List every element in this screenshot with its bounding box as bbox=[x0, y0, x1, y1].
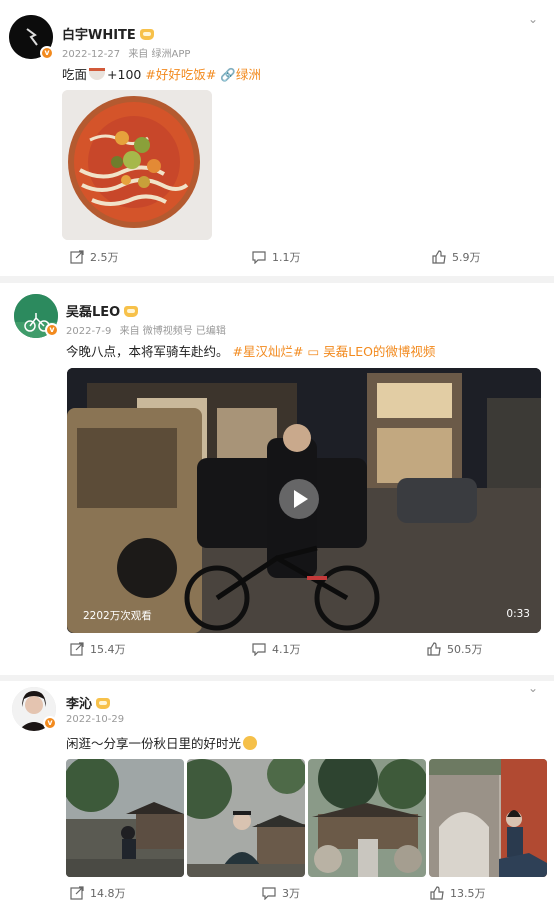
video-link[interactable]: ▭ 吴磊LEO的微博视频 bbox=[307, 344, 435, 359]
thumbs-up-icon bbox=[432, 250, 446, 264]
comment-button[interactable]: 4.1万 bbox=[252, 641, 301, 659]
repost-button[interactable]: 2.5万 bbox=[70, 249, 119, 267]
post-date: 2022-12-27 bbox=[62, 49, 121, 60]
author-name[interactable]: 吴磊LEO bbox=[66, 301, 139, 320]
share-icon bbox=[70, 642, 84, 656]
comment-icon bbox=[262, 887, 276, 901]
like-button[interactable]: 5.9万 bbox=[432, 249, 481, 267]
comment-button[interactable]: 3万 bbox=[262, 885, 300, 903]
action-bar: 2.5万 1.1万 5.9万 bbox=[0, 249, 554, 269]
author-name[interactable]: 白宇WHITE bbox=[62, 24, 154, 43]
thumbs-up-icon bbox=[430, 886, 444, 900]
play-button[interactable] bbox=[279, 479, 319, 519]
comment-icon bbox=[252, 643, 266, 657]
feed-post: v 白宇WHITE 2022-12-27 来自 绿洲APP ⌄ 吃面 +100 #… bbox=[0, 0, 554, 276]
smile-emoji-icon bbox=[243, 736, 258, 750]
author-name[interactable]: 李沁 bbox=[66, 693, 111, 712]
chevron-down-icon[interactable]: ⌄ bbox=[526, 681, 540, 695]
member-crown-icon bbox=[96, 698, 111, 709]
post-image[interactable] bbox=[66, 759, 184, 877]
photo-thumbnail bbox=[187, 759, 305, 877]
post-source: 来自 微博视频号 已编辑 bbox=[119, 326, 226, 337]
post-text: 吃面 +100 #好好吃饭# 🔗绿洲 bbox=[62, 67, 261, 82]
post-image[interactable] bbox=[187, 759, 305, 877]
post-image[interactable] bbox=[429, 759, 547, 877]
post-date: 2022-7-9 bbox=[66, 326, 112, 337]
noodle-emoji-icon bbox=[89, 68, 106, 80]
chevron-down-icon[interactable]: ⌄ bbox=[526, 12, 540, 26]
app-link[interactable]: 🔗绿洲 bbox=[220, 67, 261, 82]
verified-badge-icon: v bbox=[45, 323, 59, 337]
hashtag-link[interactable]: #星汉灿烂# bbox=[233, 344, 304, 359]
comment-icon bbox=[252, 251, 266, 265]
repost-button[interactable]: 15.4万 bbox=[70, 641, 126, 659]
noodle-bowl-image bbox=[62, 90, 212, 240]
post-source: 来自 绿洲APP bbox=[128, 49, 191, 60]
photo-thumbnail bbox=[308, 759, 426, 877]
post-meta: 2022-12-27 来自 绿洲APP bbox=[62, 45, 195, 60]
feed-post: ⌄ v 李沁 2022-10-29 闲逛～分享一份秋日里的好时光 14.8万 3… bbox=[0, 681, 554, 913]
view-count: 2202万次观看 bbox=[83, 610, 152, 622]
action-bar: 14.8万 3万 13.5万 bbox=[0, 885, 554, 905]
share-icon bbox=[70, 250, 84, 264]
action-bar: 15.4万 4.1万 50.5万 bbox=[0, 641, 554, 661]
share-icon bbox=[70, 886, 84, 900]
repost-button[interactable]: 14.8万 bbox=[70, 885, 126, 903]
hashtag-link[interactable]: #好好吃饭# bbox=[145, 67, 216, 82]
video-duration: 0:33 bbox=[506, 608, 530, 620]
feed-post: v 吴磊LEO 2022-7-9 来自 微博视频号 已编辑 今晚八点，本将军骑车… bbox=[0, 283, 554, 675]
post-image[interactable] bbox=[308, 759, 426, 877]
verified-badge-icon: v bbox=[43, 716, 57, 730]
post-image[interactable] bbox=[62, 90, 212, 240]
like-button[interactable]: 50.5万 bbox=[427, 641, 483, 659]
thumbs-up-icon bbox=[427, 642, 441, 656]
member-crown-icon bbox=[124, 306, 139, 317]
member-crown-icon bbox=[139, 29, 154, 40]
post-text: 闲逛～分享一份秋日里的好时光 bbox=[66, 733, 259, 752]
photo-thumbnail bbox=[429, 759, 547, 877]
comment-button[interactable]: 1.1万 bbox=[252, 249, 301, 267]
post-text: 今晚八点，本将军骑车赴约。 #星汉灿烂# ▭ 吴磊LEO的微博视频 bbox=[66, 344, 436, 359]
verified-badge-icon: v bbox=[40, 46, 54, 60]
post-date: 2022-10-29 bbox=[66, 714, 125, 725]
like-button[interactable]: 13.5万 bbox=[430, 885, 486, 903]
post-meta: 2022-10-29 bbox=[66, 714, 129, 725]
photo-thumbnail bbox=[66, 759, 184, 877]
post-meta: 2022-7-9 来自 微博视频号 已编辑 bbox=[66, 322, 231, 337]
